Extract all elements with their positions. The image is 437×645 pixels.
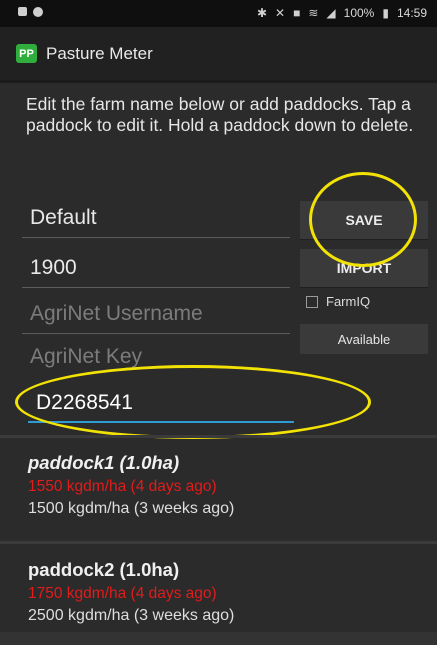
paddock-list-item[interactable]: paddock2 (1.0ha) 1750 kgdm/ha (4 days ag… (28, 559, 428, 625)
wifi-icon: ≋ (308, 6, 319, 20)
farmiq-checkbox[interactable]: FarmIQ (306, 294, 370, 309)
app-title: Pasture Meter (46, 43, 153, 63)
checkbox-icon[interactable] (306, 295, 318, 308)
highlight-circle (309, 172, 417, 267)
paddock-list-item[interactable]: paddock1 (1.0ha) 1550 kgdm/ha (4 days ag… (28, 452, 428, 518)
instructions-text: Edit the farm name below or add paddocks… (26, 94, 414, 135)
agrinet-username-field[interactable]: AgriNet Username (22, 294, 290, 334)
divider (0, 541, 437, 544)
highlight-circle (15, 365, 371, 439)
recent-reading: 1550 kgdm/ha (4 days ago) (28, 478, 217, 495)
signal-icon: ◢ (326, 6, 336, 20)
data-icon: ■ (293, 6, 301, 20)
farm-name-field[interactable]: Default (22, 198, 290, 238)
paddock-name: paddock2 (1.0ha) (28, 559, 180, 580)
battery-icon: ▮ (382, 6, 389, 20)
app-bar: PP Pasture Meter (0, 27, 437, 83)
older-reading: 1500 kgdm/ha (3 weeks ago) (28, 500, 235, 517)
number-field[interactable]: 1900 (22, 248, 290, 288)
mute-icon: ✕ (275, 6, 286, 20)
older-reading: 2500 kgdm/ha (3 weeks ago) (28, 607, 235, 624)
status-bar: ✱ ✕ ■ ≋ ◢ 100% ▮ 14:59 (0, 0, 437, 27)
paddock-name: paddock1 (1.0ha) (28, 452, 180, 473)
clock: 14:59 (396, 6, 427, 20)
farmiq-label: FarmIQ (326, 294, 371, 309)
notification-icon (18, 7, 27, 16)
battery-percent: 100% (343, 6, 375, 20)
notification-icon-2 (33, 7, 43, 17)
available-button[interactable]: Available (300, 324, 428, 354)
recent-reading: 1750 kgdm/ha (4 days ago) (28, 585, 217, 602)
bluetooth-icon: ✱ (256, 6, 268, 20)
bottom-strip (0, 632, 437, 645)
app-logo: PP (16, 44, 37, 63)
divider (0, 435, 437, 438)
